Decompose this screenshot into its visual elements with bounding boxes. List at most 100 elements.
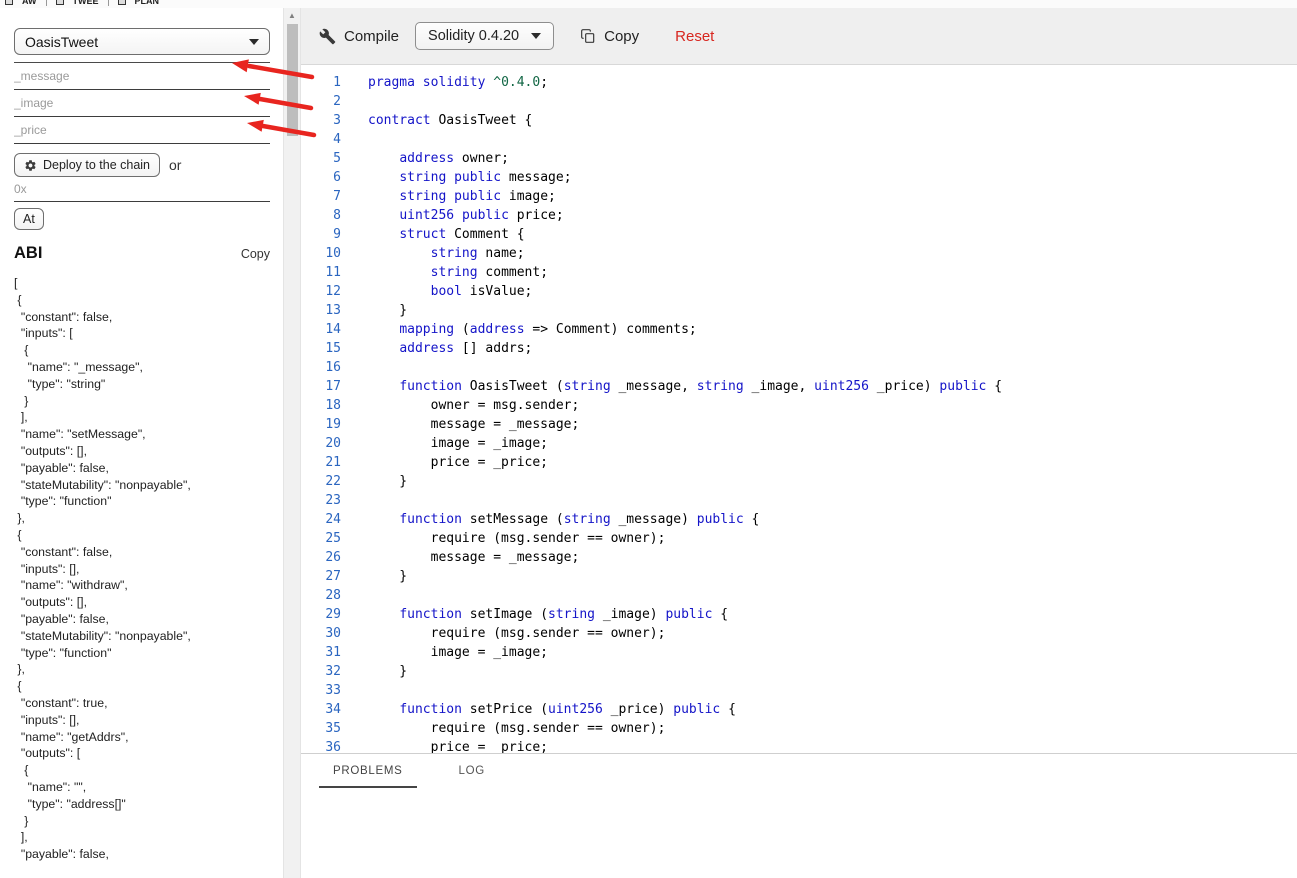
code-line[interactable]: 9 struct Comment { <box>301 225 1297 244</box>
line-number: 29 <box>325 607 341 622</box>
code-line[interactable]: 28 <box>301 586 1297 605</box>
constructor-input-message[interactable] <box>14 63 270 90</box>
line-number: 11 <box>325 265 341 280</box>
code-text: price = _price; <box>368 740 549 753</box>
tab-divider <box>45 0 47 6</box>
line-number: 25 <box>325 531 341 546</box>
line-number: 8 <box>333 208 341 223</box>
code-text: pragma solidity ^0.4.0; <box>368 75 549 90</box>
constructor-input-image[interactable] <box>14 90 270 117</box>
app-page: AW TWEE PLAN OasisTweet Deploy to the ch… <box>0 0 1297 878</box>
code-text: require (msg.sender == owner); <box>368 531 666 546</box>
code-line[interactable]: 26 message = _message; <box>301 548 1297 567</box>
code-line[interactable]: 20 image = _image; <box>301 434 1297 453</box>
contract-select-value: OasisTweet <box>25 33 99 50</box>
vertical-scrollbar[interactable]: ▲ <box>283 8 301 878</box>
code-text: require (msg.sender == owner); <box>368 721 666 736</box>
code-line[interactable]: 29 function setImage (string _image) pub… <box>301 605 1297 624</box>
code-line[interactable]: 8 uint256 public price; <box>301 206 1297 225</box>
code-line[interactable]: 34 function setPrice (uint256 _price) pu… <box>301 700 1297 719</box>
code-text: } <box>368 474 408 489</box>
code-line[interactable]: 30 require (msg.sender == owner); <box>301 624 1297 643</box>
deploy-button[interactable]: Deploy to the chain <box>14 153 161 177</box>
line-number: 7 <box>333 189 341 204</box>
line-number: 28 <box>325 588 341 603</box>
compile-button-label: Compile <box>344 27 400 45</box>
code-text: mapping (address => Comment) comments; <box>399 322 697 337</box>
code-line[interactable]: 14 mapping (address => Comment) comments… <box>301 320 1297 339</box>
abi-copy-button[interactable]: Copy <box>241 247 270 261</box>
code-line[interactable]: 27 } <box>301 567 1297 586</box>
code-line[interactable]: 33 <box>301 681 1297 700</box>
constructor-input-price[interactable] <box>14 117 270 144</box>
line-number: 18 <box>325 398 341 413</box>
code-line[interactable]: 12 bool isValue; <box>301 282 1297 301</box>
code-line[interactable]: 22 } <box>301 472 1297 491</box>
code-text: } <box>368 664 408 679</box>
code-line[interactable]: 31 image = _image; <box>301 643 1297 662</box>
copy-code-button[interactable]: Copy <box>580 28 639 45</box>
deploy-button-label: Deploy to the chain <box>43 158 151 172</box>
browser-tab-fragment[interactable]: TWEE <box>73 0 99 6</box>
code-line[interactable]: 4 <box>301 130 1297 149</box>
code-line[interactable]: 2 <box>301 92 1297 111</box>
code-text: address [] addrs; <box>399 341 533 356</box>
code-line[interactable]: 23 <box>301 491 1297 510</box>
code-line[interactable]: 21 price = _price; <box>301 453 1297 472</box>
code-line[interactable]: 35 require (msg.sender == owner); <box>301 719 1297 738</box>
code-line[interactable]: 13 } <box>301 301 1297 320</box>
code-line[interactable]: 3 contract OasisTweet { <box>301 111 1297 130</box>
line-number: 16 <box>325 360 341 375</box>
compiler-version-select[interactable]: Solidity 0.4.20 <box>415 22 555 50</box>
code-line[interactable]: 25 require (msg.sender == owner); <box>301 529 1297 548</box>
code-line[interactable]: 11 string comment; <box>301 263 1297 282</box>
contract-address-input[interactable] <box>14 177 270 202</box>
code-line[interactable]: 1 pragma solidity ^0.4.0; <box>301 73 1297 92</box>
line-number: 24 <box>325 512 341 527</box>
code-line[interactable]: 6 string public message; <box>301 168 1297 187</box>
compiler-version-value: Solidity 0.4.20 <box>428 28 520 44</box>
code-line[interactable]: 15 address [] addrs; <box>301 339 1297 358</box>
code-text: image = _image; <box>368 645 549 660</box>
compile-button[interactable]: Compile <box>319 28 399 45</box>
code-line[interactable]: 36 price = _price; <box>301 738 1297 753</box>
line-number: 23 <box>325 493 341 508</box>
browser-tab-strip: AW TWEE PLAN <box>0 0 1297 8</box>
scrollbar-thumb[interactable] <box>287 24 298 136</box>
code-line[interactable]: 10 string name; <box>301 244 1297 263</box>
code-text: function setMessage (string _message) pu… <box>399 512 760 527</box>
code-editor[interactable]: 1 pragma solidity ^0.4.0; 2 3 contract Oasis… <box>301 65 1297 753</box>
browser-tab-fragment[interactable]: PLAN <box>135 0 160 6</box>
at-button[interactable]: At <box>14 208 44 230</box>
line-number: 36 <box>325 740 341 753</box>
code-text: function OasisTweet (string _message, st… <box>399 379 1003 394</box>
code-line[interactable]: 7 string public image; <box>301 187 1297 206</box>
code-line[interactable]: 18 owner = msg.sender; <box>301 396 1297 415</box>
code-line[interactable]: 16 <box>301 358 1297 377</box>
line-number: 22 <box>325 474 341 489</box>
reset-button[interactable]: Reset <box>675 28 714 45</box>
line-number: 21 <box>325 455 341 470</box>
line-number: 12 <box>325 284 341 299</box>
tab-problems[interactable]: PROBLEMS <box>319 765 417 788</box>
contract-select[interactable]: OasisTweet <box>14 28 270 55</box>
code-line[interactable]: 5 address owner; <box>301 149 1297 168</box>
code-line[interactable]: 24 function setMessage (string _message)… <box>301 510 1297 529</box>
code-text: image = _image; <box>368 436 549 451</box>
scroll-up-arrow-icon[interactable]: ▲ <box>284 8 300 22</box>
code-text: struct Comment { <box>399 227 525 242</box>
code-text: string comment; <box>430 265 549 280</box>
code-text: string public image; <box>399 189 556 204</box>
browser-tab-icon <box>117 0 126 5</box>
line-number: 33 <box>325 683 341 698</box>
line-number: 34 <box>325 702 341 717</box>
tab-divider <box>107 0 109 6</box>
code-text: string name; <box>430 246 525 261</box>
code-line[interactable]: 19 message = _message; <box>301 415 1297 434</box>
browser-tab-fragment[interactable]: AW <box>22 0 37 6</box>
code-line[interactable]: 32 } <box>301 662 1297 681</box>
browser-tab-icon <box>55 0 64 5</box>
tab-log[interactable]: LOG <box>445 765 499 788</box>
code-line[interactable]: 17 function OasisTweet (string _message,… <box>301 377 1297 396</box>
